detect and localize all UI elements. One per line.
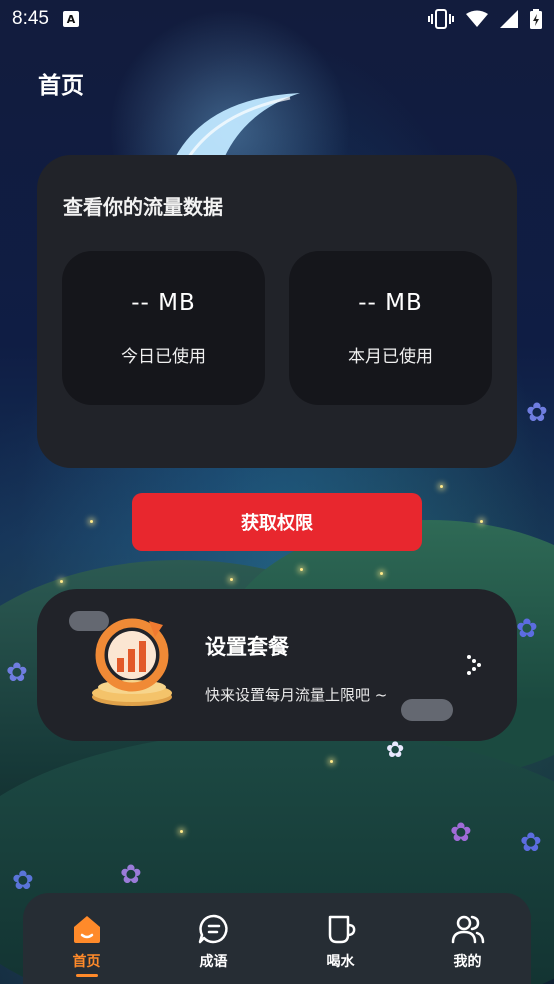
- month-usage-label: 本月已使用: [348, 346, 433, 367]
- nav-label-home: 首页: [72, 954, 101, 970]
- today-usage-box: -- MB 今日已使用: [62, 251, 265, 405]
- chart-coin-icon: [92, 618, 172, 706]
- nav-item-idioms[interactable]: 成语: [150, 893, 277, 984]
- nav-item-drink-water[interactable]: 喝水: [277, 893, 404, 984]
- nav-label-idioms: 成语: [199, 954, 228, 970]
- get-permission-button[interactable]: 获取权限: [132, 493, 422, 551]
- chat-bubble-icon: [198, 914, 228, 944]
- vibrate-icon: [428, 9, 454, 29]
- plan-title: 设置套餐: [205, 635, 289, 659]
- cup-icon: [328, 915, 355, 944]
- home-icon: [73, 916, 100, 943]
- chevron-right-icon[interactable]: [465, 653, 483, 677]
- nav-item-home[interactable]: 首页: [23, 893, 150, 984]
- signal-icon: [500, 10, 518, 28]
- month-usage-box: -- MB 本月已使用: [289, 251, 492, 405]
- page-title: 首页: [38, 73, 84, 99]
- month-usage-value: -- MB: [358, 289, 423, 316]
- wifi-icon: [466, 10, 488, 27]
- today-usage-label: 今日已使用: [121, 346, 206, 367]
- today-usage-value: -- MB: [131, 289, 196, 316]
- night-scene-background: ✿ ✿ ✿ ✿ ✿ ✿ ✿ ✿: [0, 0, 554, 984]
- notification-a-icon: A: [62, 11, 79, 27]
- nav-label-drink-water: 喝水: [326, 954, 355, 970]
- battery-icon: [530, 9, 542, 29]
- stats-title: 查看你的流量数据: [63, 195, 223, 219]
- nav-label-mine: 我的: [453, 954, 482, 970]
- cloud-decoration: [401, 699, 453, 721]
- users-icon: [451, 915, 484, 944]
- plan-subtitle: 快来设置每月流量上限吧 ~: [205, 686, 388, 704]
- bottom-navigation: 首页 成语 喝水 我的: [23, 893, 531, 984]
- set-plan-card[interactable]: 设置套餐 快来设置每月流量上限吧 ~: [37, 589, 517, 741]
- status-bar: 8:45 A: [0, 0, 554, 38]
- nav-item-mine[interactable]: 我的: [404, 893, 531, 984]
- active-tab-indicator: [75, 974, 98, 977]
- traffic-stats-card: 查看你的流量数据 -- MB 今日已使用 -- MB 本月已使用: [37, 155, 517, 468]
- status-time: 8:45: [12, 8, 49, 29]
